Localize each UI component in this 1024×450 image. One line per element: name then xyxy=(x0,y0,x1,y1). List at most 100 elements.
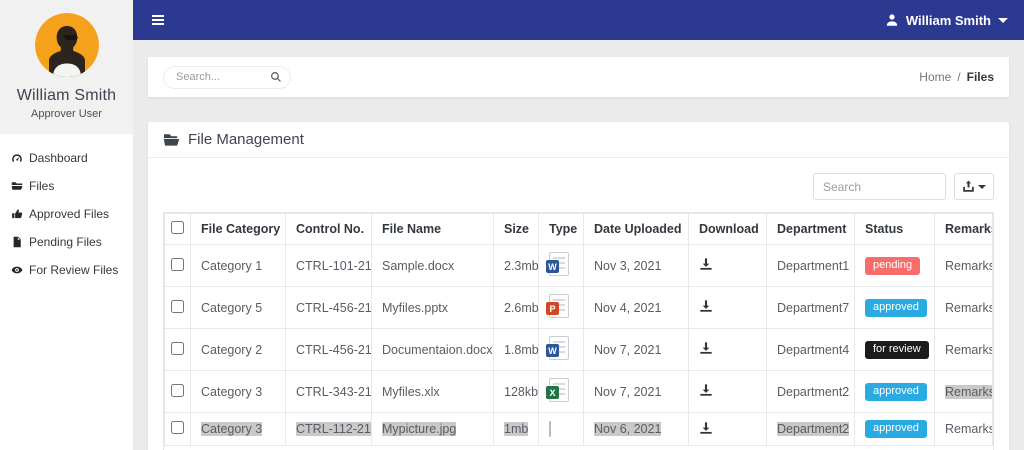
user-menu-label: William Smith xyxy=(905,12,991,28)
column-header[interactable]: Status xyxy=(854,213,935,245)
column-header[interactable]: Type xyxy=(538,213,584,245)
breadcrumb: Home / Files xyxy=(919,70,994,84)
cell-control-no: CTRL-456-21 xyxy=(285,286,372,329)
download-button[interactable] xyxy=(699,421,713,438)
cell-select xyxy=(164,244,191,287)
cell-remarks: Remarks xyxy=(934,244,993,287)
status-badge: pending xyxy=(865,256,921,275)
profile-name: William Smith xyxy=(16,87,117,104)
cell-control-no: CTRL-456-21 xyxy=(285,328,372,371)
cell-date-uploaded: Nov 7, 2021 xyxy=(583,328,689,371)
status-badge: approved xyxy=(865,298,927,317)
download-button[interactable] xyxy=(699,383,713,400)
row-checkbox[interactable] xyxy=(171,257,184,271)
cell-size: 2.6mb xyxy=(493,286,539,329)
cell-select xyxy=(164,328,191,371)
thumbs-up-icon xyxy=(12,209,23,219)
table-row: Category 3 CTRL-112-21 Mypicture.jpg 1mb Nov… xyxy=(164,412,993,446)
global-search xyxy=(163,65,291,89)
breadcrumb-separator: / xyxy=(957,70,961,84)
column-header[interactable]: Download xyxy=(688,213,767,245)
cell-size: 2.3mb xyxy=(493,244,539,287)
file-management-card: File Management File CategoryControl No.… xyxy=(148,122,1009,450)
table-search-input[interactable] xyxy=(813,173,946,200)
sidebar-item-files[interactable]: Files xyxy=(0,172,133,200)
breadcrumb-current: Files xyxy=(966,70,994,84)
menu-icon[interactable] xyxy=(152,15,164,25)
download-icon xyxy=(700,421,712,434)
table-search xyxy=(813,173,946,200)
row-checkbox[interactable] xyxy=(171,299,184,313)
column-header[interactable]: File Name xyxy=(371,213,494,245)
download-button[interactable] xyxy=(699,257,713,274)
table-header-row: File Category Control No. File Name Size Typ… xyxy=(164,213,993,245)
sidebar-item-pending-files[interactable]: Pending Files xyxy=(0,228,133,256)
cell-department: Department1 xyxy=(766,244,855,287)
sidebar-item-label: Files xyxy=(29,179,55,193)
cell-type: P xyxy=(538,286,584,329)
cell-remarks: Remarks xyxy=(934,412,993,446)
select-all-header xyxy=(164,213,191,245)
download-button[interactable] xyxy=(699,299,713,316)
profile-role: Approver User xyxy=(31,108,102,120)
cell-size: 128kb xyxy=(493,370,539,413)
sidebar-item-for-review-files[interactable]: For Review Files xyxy=(0,256,133,284)
cell-type: X xyxy=(538,370,584,413)
download-button[interactable] xyxy=(699,341,713,358)
cell-file-name: Mypicture.jpg xyxy=(371,412,494,446)
person-icon xyxy=(886,14,898,26)
cell-type: W xyxy=(538,244,584,287)
column-header[interactable]: File Category xyxy=(190,213,286,245)
status-badge: for review xyxy=(865,340,929,359)
export-icon xyxy=(963,180,974,192)
search-icon[interactable] xyxy=(270,71,282,83)
table-row: Category 3 CTRL-343-21 Myfiles.xlx 128kb X No… xyxy=(164,370,993,413)
folder-icon xyxy=(11,182,23,190)
card-body: File CategoryControl No.File NameSizeTyp… xyxy=(148,158,1009,450)
cell-file-category: Category 3 xyxy=(190,412,286,446)
breadcrumb-home[interactable]: Home xyxy=(919,70,951,84)
cell-select xyxy=(164,286,191,329)
main-content: Home / Files File Management xyxy=(133,40,1024,450)
cell-control-no: CTRL-101-21 xyxy=(285,244,372,287)
sidebar-item-approved-files[interactable]: Approved Files xyxy=(0,200,133,228)
sidebar-item-label: Pending Files xyxy=(29,235,102,249)
table-row: Category 2 CTRL-456-21 Documentaion.docx 1.… xyxy=(164,328,993,371)
powerpoint-file-icon: P xyxy=(546,294,569,318)
cell-date-uploaded: Nov 4, 2021 xyxy=(583,286,689,329)
profile-section: William Smith Approver User xyxy=(0,0,133,134)
column-header[interactable]: Size xyxy=(493,213,539,245)
row-checkbox[interactable] xyxy=(171,341,184,355)
column-header[interactable]: Department xyxy=(766,213,855,245)
image-file-icon xyxy=(549,421,551,437)
cell-download xyxy=(688,244,767,287)
column-header[interactable]: Date Uploaded xyxy=(583,213,689,245)
download-icon xyxy=(700,258,712,270)
cell-file-name: Sample.docx xyxy=(371,244,494,287)
download-icon xyxy=(700,342,712,354)
user-menu[interactable]: William Smith xyxy=(885,13,1008,28)
cell-download xyxy=(688,286,767,329)
select-all-checkbox[interactable] xyxy=(171,221,184,234)
column-header[interactable]: Remarks xyxy=(934,213,993,245)
eye-icon xyxy=(11,266,23,274)
cell-type: W xyxy=(538,328,584,371)
download-icon xyxy=(700,300,712,312)
row-checkbox[interactable] xyxy=(171,421,184,434)
row-checkbox[interactable] xyxy=(171,383,184,397)
cell-department: Department4 xyxy=(766,328,855,371)
cell-size: 1mb xyxy=(493,412,539,446)
folder-open-icon xyxy=(163,134,180,146)
top-navbar: William Smith xyxy=(133,0,1024,40)
cell-remarks: Remarks xyxy=(934,370,993,413)
cell-select xyxy=(164,412,191,446)
chevron-down-icon xyxy=(998,17,1008,23)
export-button[interactable] xyxy=(954,173,994,200)
card-header: File Management xyxy=(148,122,1009,158)
column-header[interactable]: Control No. xyxy=(285,213,372,245)
cell-status: for review xyxy=(854,328,935,371)
sidebar-menu: Dashboard Files Approved Files Pending F… xyxy=(0,134,133,284)
sidebar-item-dashboard[interactable]: Dashboard xyxy=(0,144,133,172)
cell-file-category: Category 1 xyxy=(190,244,286,287)
files-table: File Category Control No. File Name Size Typ… xyxy=(164,213,993,446)
